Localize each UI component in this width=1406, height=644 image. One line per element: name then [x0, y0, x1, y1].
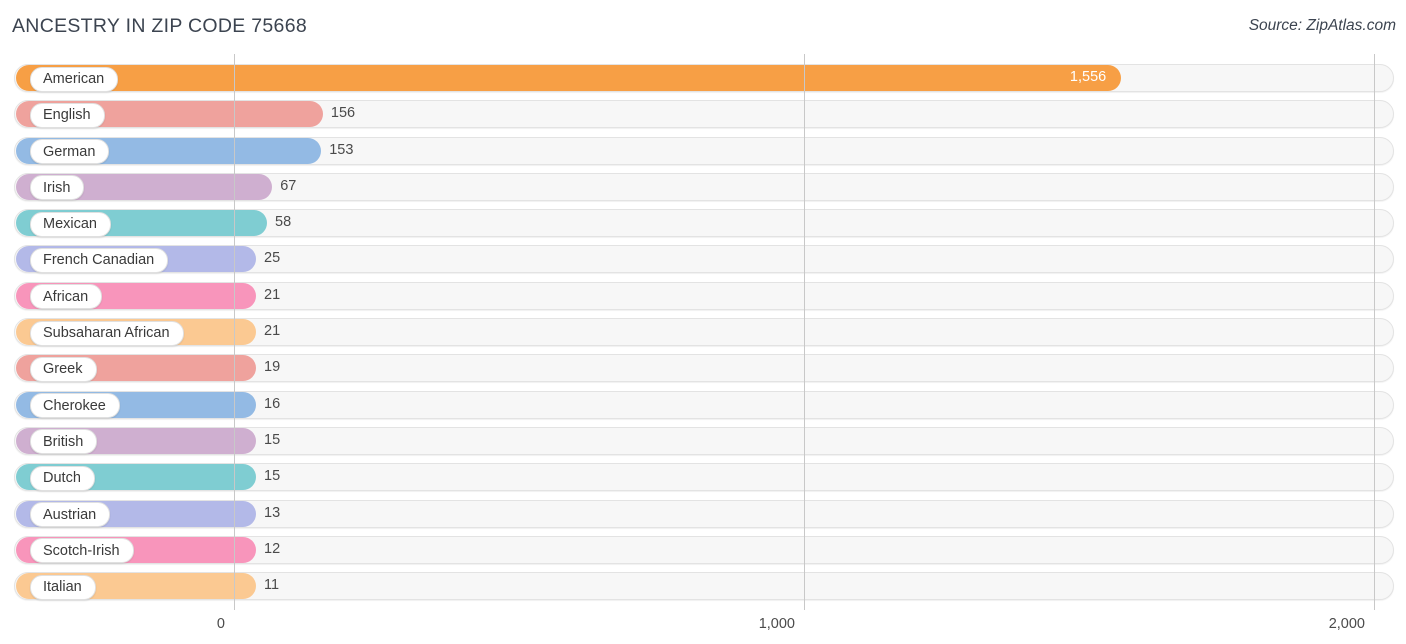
- bar-row[interactable]: Dutch 15: [0, 459, 1406, 495]
- bar-category-label: English: [30, 102, 105, 128]
- source-attribution: Source: ZipAtlas.com: [1248, 17, 1396, 34]
- bar-value-label: 1,556: [1069, 69, 1107, 85]
- bar-category-label: Subsaharan African: [30, 320, 184, 346]
- bar-value-label: 19: [264, 359, 281, 376]
- bar-category-label: Dutch: [30, 465, 95, 491]
- bar-value-label: 11: [264, 577, 280, 594]
- bar-rows: American 1,556 English 156 German 153 Irish 67 M…: [0, 60, 1406, 604]
- bar-category-label: African: [30, 284, 103, 310]
- page-title: ANCESTRY IN ZIP CODE 75668: [12, 15, 307, 37]
- bar-value-label: 156: [330, 105, 356, 122]
- ancestry-bar-chart: ANCESTRY IN ZIP CODE 75668 Source: ZipAt…: [0, 0, 1406, 644]
- bar-category-label: Cherokee: [30, 393, 120, 419]
- bar-value-label: 25: [264, 250, 281, 267]
- x-axis: 0 1,000 2,000: [0, 610, 1406, 644]
- bar-row[interactable]: Mexican 58: [0, 205, 1406, 241]
- bar-value-label: 13: [264, 504, 281, 521]
- bar-category-label: Austrian: [30, 502, 111, 528]
- bar-value-label: 67: [280, 177, 297, 194]
- bar-value-label: 16: [264, 395, 281, 412]
- x-axis-tick-label: 1,000: [758, 616, 795, 632]
- bar-category-label: Scotch-Irish: [30, 538, 134, 564]
- bar-row[interactable]: Austrian 13: [0, 496, 1406, 532]
- bar-row[interactable]: British 15: [0, 423, 1406, 459]
- bar-value-label: 15: [264, 468, 281, 485]
- bar-row[interactable]: English 156: [0, 96, 1406, 132]
- bar-row[interactable]: Cherokee 16: [0, 387, 1406, 423]
- bar-value-label: 21: [264, 323, 281, 340]
- bar-row[interactable]: Subsaharan African 21: [0, 314, 1406, 350]
- bar-category-label: Mexican: [30, 211, 111, 237]
- bar-category-label: Irish: [30, 175, 85, 201]
- bar-category-label: Italian: [30, 574, 96, 600]
- bar-row[interactable]: Scotch-Irish 12: [0, 532, 1406, 568]
- bar-row[interactable]: Italian 11: [0, 568, 1406, 604]
- bar-category-label: Greek: [30, 356, 97, 382]
- bar-row[interactable]: French Canadian 25: [0, 241, 1406, 277]
- bar-category-label: French Canadian: [30, 247, 169, 273]
- bar-row[interactable]: Greek 19: [0, 350, 1406, 386]
- x-axis-tick-label: 2,000: [1328, 616, 1365, 632]
- bar-category-label: German: [30, 139, 110, 165]
- bar-row[interactable]: American 1,556: [0, 60, 1406, 96]
- bar-row[interactable]: Irish 67: [0, 169, 1406, 205]
- bar-value-label: 15: [264, 431, 281, 448]
- bar-row[interactable]: German 153: [0, 133, 1406, 169]
- bar-category-label: American: [30, 66, 119, 92]
- bar[interactable]: [16, 65, 1121, 91]
- x-axis-tick-label: 0: [216, 616, 225, 632]
- bar-row[interactable]: African 21: [0, 278, 1406, 314]
- bar-value-label: 153: [329, 141, 354, 158]
- bar-category-label: British: [30, 429, 98, 455]
- bar-value-label: 58: [275, 214, 292, 231]
- bar-value-label: 21: [264, 286, 281, 303]
- plot-area: American 1,556 English 156 German 153 Irish 67 M…: [0, 54, 1406, 610]
- bar-value-label: 12: [264, 540, 281, 557]
